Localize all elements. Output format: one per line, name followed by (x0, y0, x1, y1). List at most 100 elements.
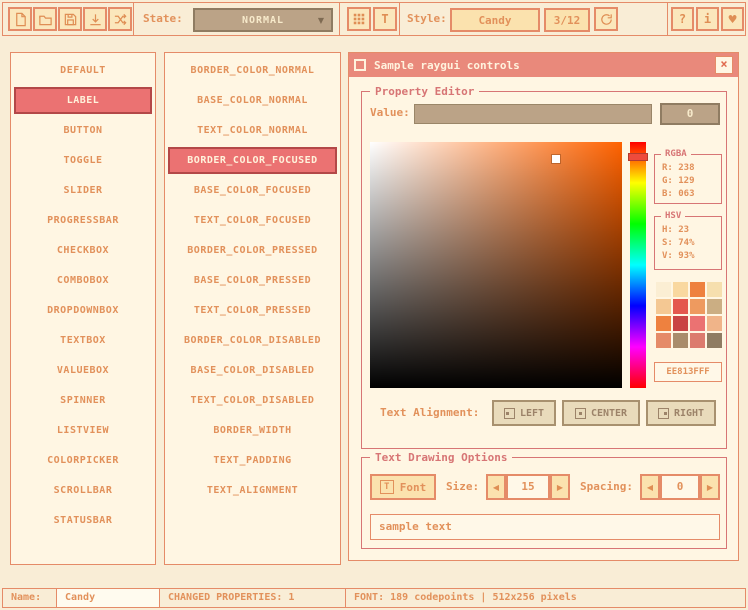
size-value-box[interactable]: 15 (506, 474, 550, 500)
size-increase-button[interactable]: ▶ (550, 474, 570, 500)
palette-swatch[interactable] (707, 316, 722, 331)
rgba-title: RGBA (661, 148, 691, 161)
control-item[interactable]: CHECKBOX (14, 237, 152, 264)
palette-swatch[interactable] (656, 333, 671, 348)
control-item[interactable]: DEFAULT (14, 57, 152, 84)
export-file-button[interactable] (83, 7, 107, 31)
style-name-value: Candy (478, 14, 511, 27)
spacing-value-box[interactable]: 0 (660, 474, 700, 500)
style-counter-button[interactable]: 3/12 (544, 8, 590, 32)
align-left-label: LEFT (520, 408, 544, 419)
reload-style-button[interactable] (594, 7, 618, 31)
control-item[interactable]: STATUSBAR (14, 507, 152, 534)
size-decrease-button[interactable]: ◀ (486, 474, 506, 500)
palette-swatch[interactable] (707, 282, 722, 297)
control-item[interactable]: COMBOBOX (14, 267, 152, 294)
property-item[interactable]: BASE_COLOR_DISABLED (168, 357, 337, 384)
control-item[interactable]: SPINNER (14, 387, 152, 414)
chevron-down-icon: ▼ (318, 16, 325, 25)
align-right-icon (658, 408, 669, 419)
align-right-button[interactable]: RIGHT (646, 400, 716, 426)
export-arrow-icon (88, 12, 103, 27)
font-button[interactable]: T Font (370, 474, 436, 500)
toolbar-divider (339, 3, 340, 35)
palette-swatch[interactable] (690, 282, 705, 297)
style-table-button[interactable] (347, 7, 371, 31)
property-item[interactable]: TEXT_ALIGNMENT (168, 477, 337, 504)
random-style-button[interactable] (108, 7, 132, 31)
palette-swatch[interactable] (673, 282, 688, 297)
style-name-input[interactable]: Candy (56, 588, 160, 608)
property-item[interactable]: BORDER_COLOR_DISABLED (168, 327, 337, 354)
property-item[interactable]: BASE_COLOR_PRESSED (168, 267, 337, 294)
palette-swatch[interactable] (707, 299, 722, 314)
text-alignment-label: Text Alignment: (380, 406, 479, 419)
property-item[interactable]: BORDER_WIDTH (168, 417, 337, 444)
palette-swatch[interactable] (673, 316, 688, 331)
control-item[interactable]: DROPDOWNBOX (14, 297, 152, 324)
grid-icon (352, 12, 366, 26)
control-item[interactable]: SLIDER (14, 177, 152, 204)
align-center-button[interactable]: CENTER (562, 400, 640, 426)
property-item[interactable]: TEXT_PADDING (168, 447, 337, 474)
spacing-increase-button[interactable]: ▶ (700, 474, 720, 500)
property-item[interactable]: TEXT_COLOR_NORMAL (168, 117, 337, 144)
color-picker-cursor[interactable] (552, 155, 560, 163)
control-item[interactable]: SCROLLBAR (14, 477, 152, 504)
palette-swatch[interactable] (673, 299, 688, 314)
control-item[interactable]: TOGGLE (14, 147, 152, 174)
save-file-button[interactable] (58, 7, 82, 31)
info-button[interactable]: i (696, 7, 719, 31)
close-button[interactable]: × (715, 56, 733, 74)
new-file-button[interactable] (8, 7, 32, 31)
value-box[interactable]: 0 (660, 103, 720, 125)
property-item[interactable]: BORDER_COLOR_PRESSED (168, 237, 337, 264)
property-item-selected[interactable]: BORDER_COLOR_FOCUSED (168, 147, 337, 174)
font-window-button[interactable]: T (373, 7, 397, 31)
palette-swatch[interactable] (690, 316, 705, 331)
control-item[interactable]: VALUEBOX (14, 357, 152, 384)
palette-swatch[interactable] (656, 316, 671, 331)
palette-swatch[interactable] (673, 333, 688, 348)
control-item[interactable]: BUTTON (14, 117, 152, 144)
control-item[interactable]: PROGRESSBAR (14, 207, 152, 234)
hue-slider-handle[interactable] (628, 153, 648, 161)
sample-text-input[interactable]: sample text (370, 514, 720, 540)
palette-swatch[interactable] (707, 333, 722, 348)
align-left-icon (504, 408, 515, 419)
property-item[interactable]: TEXT_COLOR_DISABLED (168, 387, 337, 414)
property-item[interactable]: BASE_COLOR_FOCUSED (168, 177, 337, 204)
right-arrow-icon: ▶ (707, 483, 713, 492)
palette-swatch[interactable] (656, 299, 671, 314)
style-counter-value: 3/12 (554, 14, 581, 27)
state-dropdown-value: NORMAL (242, 15, 284, 26)
window-titlebar[interactable]: Sample raygui controls × (349, 53, 738, 77)
property-item[interactable]: TEXT_COLOR_PRESSED (168, 297, 337, 324)
help-button[interactable]: ? (671, 7, 694, 31)
color-picker-panel[interactable] (370, 142, 622, 388)
property-item[interactable]: BORDER_COLOR_NORMAL (168, 57, 337, 84)
property-item[interactable]: TEXT_COLOR_FOCUSED (168, 207, 337, 234)
control-item[interactable]: TEXTBOX (14, 327, 152, 354)
spacing-decrease-button[interactable]: ◀ (640, 474, 660, 500)
hex-color-input[interactable]: EE813FFF (654, 362, 722, 382)
close-icon: × (720, 57, 727, 71)
style-name-box[interactable]: Candy (450, 8, 540, 32)
palette-swatch[interactable] (690, 333, 705, 348)
load-file-button[interactable] (33, 7, 57, 31)
property-item[interactable]: BASE_COLOR_NORMAL (168, 87, 337, 114)
palette-swatch[interactable] (656, 282, 671, 297)
style-label: Style: (407, 3, 447, 35)
value-slider[interactable] (414, 104, 652, 124)
control-item-selected[interactable]: LABEL (14, 87, 152, 114)
control-item[interactable]: LISTVIEW (14, 417, 152, 444)
sponsor-button[interactable]: ♥ (721, 7, 744, 31)
value-box-text: 0 (687, 107, 694, 120)
palette-swatch[interactable] (690, 299, 705, 314)
hsv-value-value: V: 93% (662, 250, 721, 263)
hue-bar[interactable] (630, 142, 646, 388)
state-dropdown[interactable]: NORMAL ▼ (193, 8, 333, 32)
toolbar-divider (133, 3, 134, 35)
control-item[interactable]: COLORPICKER (14, 447, 152, 474)
align-left-button[interactable]: LEFT (492, 400, 556, 426)
